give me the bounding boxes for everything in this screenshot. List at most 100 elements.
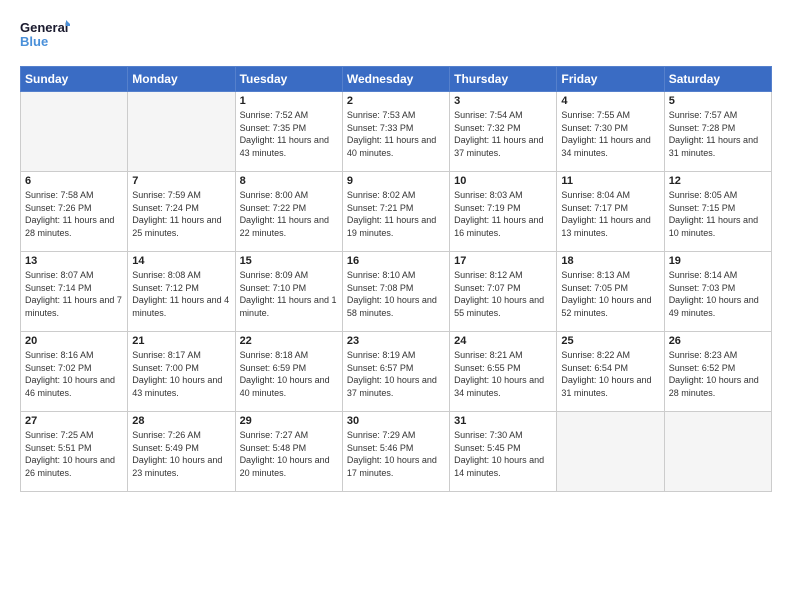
day-info: Sunrise: 8:03 AMSunset: 7:19 PMDaylight:… xyxy=(454,189,552,239)
day-info: Sunrise: 7:59 AMSunset: 7:24 PMDaylight:… xyxy=(132,189,230,239)
calendar-week-row: 20 Sunrise: 8:16 AMSunset: 7:02 PMDayligh… xyxy=(21,332,772,412)
day-number: 29 xyxy=(240,415,338,427)
calendar-cell: 10 Sunrise: 8:03 AMSunset: 7:19 PMDayligh… xyxy=(450,172,557,252)
day-info: Sunrise: 8:13 AMSunset: 7:05 PMDaylight:… xyxy=(561,269,659,319)
day-info: Sunrise: 8:12 AMSunset: 7:07 PMDaylight:… xyxy=(454,269,552,319)
day-info: Sunrise: 8:17 AMSunset: 7:00 PMDaylight:… xyxy=(132,349,230,399)
day-info: Sunrise: 8:07 AMSunset: 7:14 PMDaylight:… xyxy=(25,269,123,319)
calendar-cell: 2Sunrise: 7:53 AMSunset: 7:33 PMDaylight… xyxy=(342,92,449,172)
calendar-cell: 4 Sunrise: 7:55 AMSunset: 7:30 PMDaylight… xyxy=(557,92,664,172)
day-info: Sunrise: 7:27 AMSunset: 5:48 PMDaylight:… xyxy=(240,429,338,479)
calendar-cell: 11 Sunrise: 8:04 AMSunset: 7:17 PMDayligh… xyxy=(557,172,664,252)
calendar-cell: 5 Sunrise: 7:57 AMSunset: 7:28 PMDaylight… xyxy=(664,92,771,172)
logo: General Blue xyxy=(20,16,70,56)
calendar-cell xyxy=(21,92,128,172)
weekday-header: Tuesday xyxy=(235,67,342,92)
calendar-cell: 30 Sunrise: 7:29 AMSunset: 5:46 PMDayligh… xyxy=(342,412,449,492)
calendar-cell: 1Sunrise: 7:52 AMSunset: 7:35 PMDaylight… xyxy=(235,92,342,172)
day-info: Sunrise: 7:55 AMSunset: 7:30 PMDaylight:… xyxy=(561,109,659,159)
calendar-page: General Blue SundayMondayTuesdayWednesda… xyxy=(0,0,792,612)
day-number: 20 xyxy=(25,335,123,347)
day-number: 1 xyxy=(240,95,338,107)
day-info: Sunrise: 8:16 AMSunset: 7:02 PMDaylight:… xyxy=(25,349,123,399)
day-number: 4 xyxy=(561,95,659,107)
calendar-cell: 8 Sunrise: 8:00 AMSunset: 7:22 PMDaylight… xyxy=(235,172,342,252)
calendar-cell: 26Sunrise: 8:23 AMSunset: 6:52 PMDayligh… xyxy=(664,332,771,412)
day-number: 21 xyxy=(132,335,230,347)
day-info: Sunrise: 7:25 AMSunset: 5:51 PMDaylight:… xyxy=(25,429,123,479)
calendar-cell xyxy=(664,412,771,492)
day-number: 16 xyxy=(347,255,445,267)
calendar-cell: 19Sunrise: 8:14 AMSunset: 7:03 PMDayligh… xyxy=(664,252,771,332)
calendar-cell: 22 Sunrise: 8:18 AMSunset: 6:59 PMDayligh… xyxy=(235,332,342,412)
day-info: Sunrise: 8:05 AMSunset: 7:15 PMDaylight:… xyxy=(669,189,767,239)
calendar-cell: 3Sunrise: 7:54 AMSunset: 7:32 PMDaylight… xyxy=(450,92,557,172)
day-info: Sunrise: 8:09 AMSunset: 7:10 PMDaylight:… xyxy=(240,269,338,319)
calendar-cell: 17 Sunrise: 8:12 AMSunset: 7:07 PMDayligh… xyxy=(450,252,557,332)
weekday-header: Wednesday xyxy=(342,67,449,92)
day-number: 10 xyxy=(454,175,552,187)
calendar-cell: 25 Sunrise: 8:22 AMSunset: 6:54 PMDayligh… xyxy=(557,332,664,412)
day-number: 3 xyxy=(454,95,552,107)
calendar-cell: 31 Sunrise: 7:30 AMSunset: 5:45 PMDayligh… xyxy=(450,412,557,492)
day-number: 31 xyxy=(454,415,552,427)
day-number: 6 xyxy=(25,175,123,187)
day-info: Sunrise: 7:29 AMSunset: 5:46 PMDaylight:… xyxy=(347,429,445,479)
calendar-table: SundayMondayTuesdayWednesdayThursdayFrid… xyxy=(20,66,772,492)
day-number: 15 xyxy=(240,255,338,267)
day-info: Sunrise: 8:22 AMSunset: 6:54 PMDaylight:… xyxy=(561,349,659,399)
day-number: 12 xyxy=(669,175,767,187)
day-info: Sunrise: 8:18 AMSunset: 6:59 PMDaylight:… xyxy=(240,349,338,399)
calendar-cell: 9 Sunrise: 8:02 AMSunset: 7:21 PMDaylight… xyxy=(342,172,449,252)
day-number: 27 xyxy=(25,415,123,427)
day-number: 17 xyxy=(454,255,552,267)
calendar-week-row: 13 Sunrise: 8:07 AMSunset: 7:14 PMDayligh… xyxy=(21,252,772,332)
day-number: 7 xyxy=(132,175,230,187)
calendar-cell: 23 Sunrise: 8:19 AMSunset: 6:57 PMDayligh… xyxy=(342,332,449,412)
day-info: Sunrise: 8:08 AMSunset: 7:12 PMDaylight:… xyxy=(132,269,230,319)
day-info: Sunrise: 8:02 AMSunset: 7:21 PMDaylight:… xyxy=(347,189,445,239)
day-number: 11 xyxy=(561,175,659,187)
day-number: 24 xyxy=(454,335,552,347)
calendar-cell: 6 Sunrise: 7:58 AMSunset: 7:26 PMDaylight… xyxy=(21,172,128,252)
day-number: 8 xyxy=(240,175,338,187)
day-info: Sunrise: 8:00 AMSunset: 7:22 PMDaylight:… xyxy=(240,189,338,239)
day-info: Sunrise: 7:26 AMSunset: 5:49 PMDaylight:… xyxy=(132,429,230,479)
day-info: Sunrise: 8:04 AMSunset: 7:17 PMDaylight:… xyxy=(561,189,659,239)
day-number: 9 xyxy=(347,175,445,187)
calendar-cell: 16 Sunrise: 8:10 AMSunset: 7:08 PMDayligh… xyxy=(342,252,449,332)
header: General Blue xyxy=(20,16,772,56)
calendar-week-row: 6 Sunrise: 7:58 AMSunset: 7:26 PMDaylight… xyxy=(21,172,772,252)
day-number: 14 xyxy=(132,255,230,267)
calendar-cell xyxy=(128,92,235,172)
day-number: 22 xyxy=(240,335,338,347)
calendar-cell: 20 Sunrise: 8:16 AMSunset: 7:02 PMDayligh… xyxy=(21,332,128,412)
weekday-header: Monday xyxy=(128,67,235,92)
day-info: Sunrise: 8:10 AMSunset: 7:08 PMDaylight:… xyxy=(347,269,445,319)
day-info: Sunrise: 8:23 AMSunset: 6:52 PMDaylight:… xyxy=(669,349,767,399)
calendar-cell: 27 Sunrise: 7:25 AMSunset: 5:51 PMDayligh… xyxy=(21,412,128,492)
day-number: 30 xyxy=(347,415,445,427)
day-number: 13 xyxy=(25,255,123,267)
calendar-cell: 29 Sunrise: 7:27 AMSunset: 5:48 PMDayligh… xyxy=(235,412,342,492)
calendar-cell: 21 Sunrise: 8:17 AMSunset: 7:00 PMDayligh… xyxy=(128,332,235,412)
calendar-cell: 12 Sunrise: 8:05 AMSunset: 7:15 PMDayligh… xyxy=(664,172,771,252)
weekday-header: Friday xyxy=(557,67,664,92)
svg-text:Blue: Blue xyxy=(20,34,48,49)
day-info: Sunrise: 7:30 AMSunset: 5:45 PMDaylight:… xyxy=(454,429,552,479)
day-info: Sunrise: 8:19 AMSunset: 6:57 PMDaylight:… xyxy=(347,349,445,399)
calendar-cell: 14 Sunrise: 8:08 AMSunset: 7:12 PMDayligh… xyxy=(128,252,235,332)
calendar-cell xyxy=(557,412,664,492)
weekday-header: Saturday xyxy=(664,67,771,92)
day-number: 23 xyxy=(347,335,445,347)
day-info: Sunrise: 8:14 AMSunset: 7:03 PMDaylight:… xyxy=(669,269,767,319)
day-number: 25 xyxy=(561,335,659,347)
day-info: Sunrise: 7:58 AMSunset: 7:26 PMDaylight:… xyxy=(25,189,123,239)
calendar-cell: 18Sunrise: 8:13 AMSunset: 7:05 PMDayligh… xyxy=(557,252,664,332)
calendar-cell: 13 Sunrise: 8:07 AMSunset: 7:14 PMDayligh… xyxy=(21,252,128,332)
day-number: 5 xyxy=(669,95,767,107)
logo-svg: General Blue xyxy=(20,16,70,56)
svg-text:General: General xyxy=(20,20,68,35)
day-info: Sunrise: 7:57 AMSunset: 7:28 PMDaylight:… xyxy=(669,109,767,159)
day-info: Sunrise: 8:21 AMSunset: 6:55 PMDaylight:… xyxy=(454,349,552,399)
